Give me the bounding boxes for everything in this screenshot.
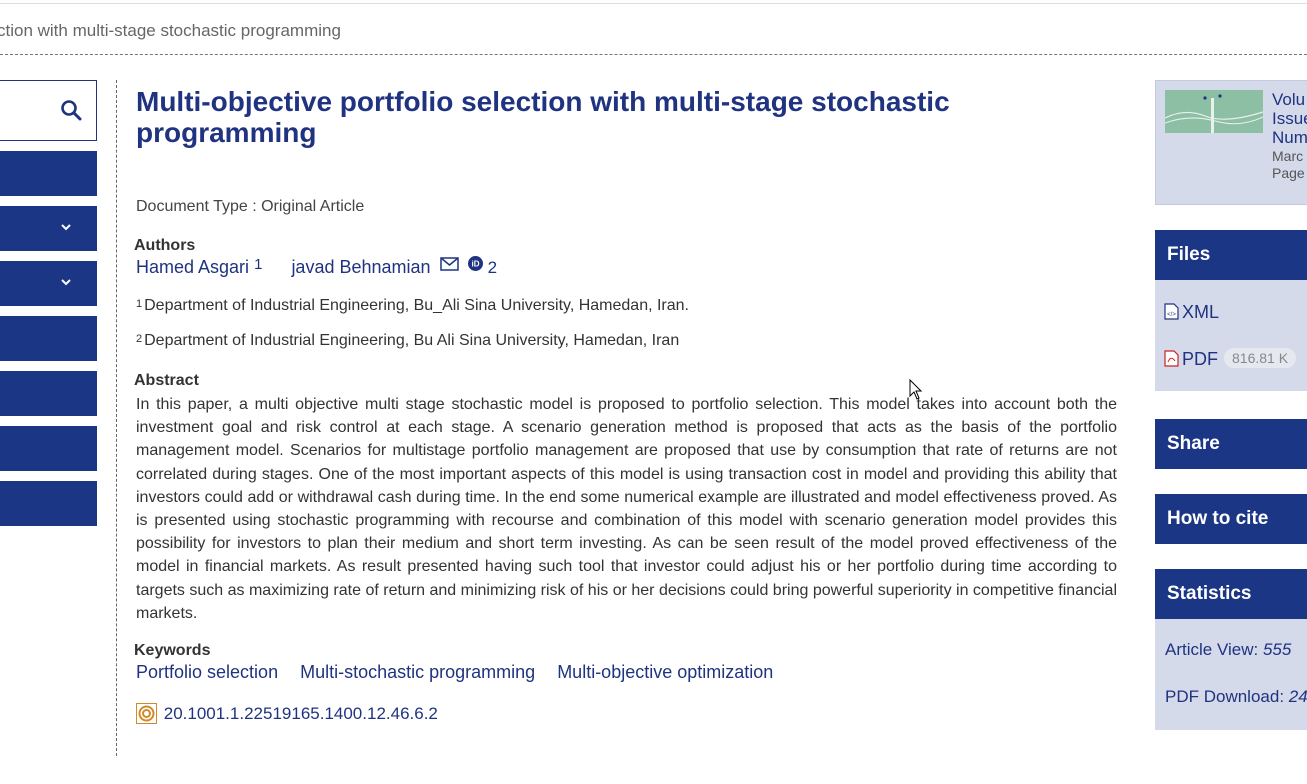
abstract-text: In this paper, a multi objective multi s…	[136, 396, 1117, 622]
pdf-download-count: 24	[1288, 687, 1307, 706]
affiliation: 1 Department of Industrial Engineering, B…	[136, 297, 689, 315]
share-heading[interactable]: Share	[1155, 419, 1307, 469]
article-title: Multi-objective portfolio selection with…	[136, 86, 950, 148]
sidebar-button-1[interactable]	[0, 151, 97, 196]
doi-icon	[136, 703, 157, 724]
author-link[interactable]: javad Behnamian	[291, 257, 430, 277]
author-affil-number: 1	[254, 256, 263, 273]
files-panel: </> XML PDF 816.81 K	[1155, 280, 1307, 391]
sidebar-button-5[interactable]	[0, 371, 97, 416]
files-heading[interactable]: Files	[1155, 230, 1307, 280]
affiliation-number: 2	[136, 333, 143, 345]
statistics-panel: Article View: 555 PDF Download: 24	[1155, 619, 1307, 730]
issue-date: Marc	[1272, 148, 1304, 164]
issue-info-box[interactable]: Volu Issue Num Marc Page	[1155, 80, 1307, 205]
sidebar-button-7[interactable]	[0, 481, 97, 526]
xml-file-icon: </>	[1164, 303, 1179, 320]
chevron-down-icon	[61, 224, 71, 231]
column-divider	[116, 80, 117, 756]
search-box[interactable]	[0, 80, 97, 141]
authors-heading: Authors	[134, 237, 196, 254]
breadcrumb-bar: ction with multi-stage stochastic progra…	[0, 4, 1307, 55]
mouse-cursor-icon	[909, 379, 923, 400]
breadcrumb: ction with multi-stage stochastic progra…	[0, 21, 341, 40]
search-icon[interactable]	[60, 99, 82, 121]
issue-link[interactable]: Volu Issue Num	[1272, 90, 1307, 147]
author-list: Hamed Asgari 1 javad Behnamian iD 2	[136, 256, 497, 278]
keyword-link[interactable]: Multi-stochastic programming	[300, 662, 535, 682]
article-view-stat: Article View: 555	[1165, 640, 1292, 659]
sidebar-button-4[interactable]	[0, 316, 97, 361]
keyword-link[interactable]: Portfolio selection	[136, 662, 278, 682]
affiliation: 2 Department of Industrial Engineering, B…	[136, 332, 679, 350]
sidebar-button-3[interactable]	[0, 261, 97, 306]
svg-text:</>: </>	[1167, 312, 1176, 318]
xml-download-link[interactable]: </> XML	[1164, 302, 1219, 323]
affiliation-text: Department of Industrial Engineering, Bu…	[144, 297, 689, 314]
sidebar-button-6[interactable]	[0, 426, 97, 471]
doi-link[interactable]: 20.1001.1.22519165.1400.12.46.6.2	[136, 703, 438, 724]
sidebar-button-2[interactable]	[0, 206, 97, 251]
author-affil-number: 2	[487, 258, 498, 277]
pdf-download-link[interactable]: PDF 816.81 K	[1164, 348, 1297, 370]
journal-cover-image[interactable]	[1164, 90, 1264, 133]
svg-text:iD: iD	[471, 260, 479, 269]
article-view-count: 555	[1262, 640, 1292, 659]
file-size-badge: 816.81 K	[1224, 348, 1297, 368]
author-link[interactable]: Hamed Asgari	[136, 257, 249, 277]
chevron-down-icon	[61, 279, 71, 286]
mail-icon[interactable]	[439, 257, 459, 271]
keywords-heading: Keywords	[134, 642, 211, 659]
keyword-link[interactable]: Multi-objective optimization	[557, 662, 773, 682]
document-type: Document Type : Original Article	[136, 198, 365, 215]
affiliation-number: 1	[136, 298, 143, 310]
orcid-icon[interactable]: iD	[467, 256, 483, 271]
keyword-list: Portfolio selection Multi-stochastic pro…	[136, 662, 790, 683]
statistics-heading[interactable]: Statistics	[1155, 569, 1307, 619]
pdf-file-icon	[1164, 350, 1179, 367]
doi-text: 20.1001.1.22519165.1400.12.46.6.2	[163, 704, 438, 723]
affiliation-text: Department of Industrial Engineering, Bu…	[144, 332, 680, 349]
issue-pages: Page	[1272, 165, 1305, 181]
abstract-heading: Abstract	[134, 372, 199, 389]
how-to-cite-heading[interactable]: How to cite	[1155, 494, 1307, 544]
pdf-download-stat: PDF Download: 24	[1165, 687, 1307, 706]
